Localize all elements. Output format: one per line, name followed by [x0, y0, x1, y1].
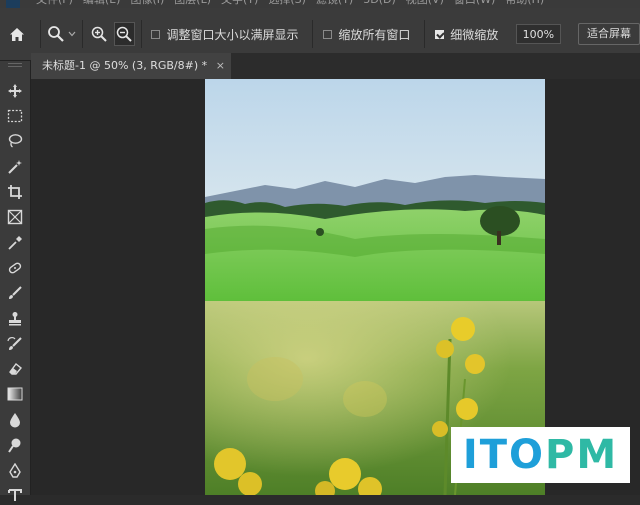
eyedropper-tool[interactable] — [4, 233, 26, 253]
blurred-blossom — [247, 357, 303, 401]
clone-stamp-tool-icon — [9, 312, 21, 326]
zoom-percent-field[interactable]: 100% — [515, 24, 561, 44]
crop-tool[interactable] — [4, 182, 26, 202]
frame-tool[interactable] — [4, 207, 26, 227]
move-tool[interactable] — [4, 81, 26, 101]
menu-bar: 文件(F) 编辑(E) 图像(I) 图层(L) 文字(Y) 选择(S) 滤镜(T) 3D(D)… — [0, 0, 640, 8]
flower-cluster — [329, 458, 361, 490]
watermark-text-pm: PM — [545, 432, 619, 478]
flower-cluster — [456, 398, 478, 420]
gradient-tool-icon — [7, 387, 23, 401]
flower-cluster — [451, 317, 475, 341]
magic-wand-tool-icon — [8, 160, 22, 174]
menu-item[interactable]: 视图(V) — [406, 0, 444, 5]
pen-tool-icon — [9, 463, 21, 478]
healing-brush-tool[interactable] — [4, 258, 26, 278]
pen-tool[interactable] — [4, 461, 26, 481]
eraser-tool[interactable] — [4, 359, 26, 379]
flower-cluster — [436, 340, 454, 358]
menu-item[interactable]: 图层(L) — [174, 0, 211, 5]
zoom-all-windows-checkbox[interactable]: 缩放所有窗口 — [319, 22, 414, 46]
scrubby-zoom-label: 细微缩放 — [450, 27, 499, 42]
document-tab-title: 未标题-1 @ 50% (3, RGB/8#) * — [42, 59, 208, 72]
menu-items: 文件(F) 编辑(E) 图像(I) 图层(L) 文字(Y) 选择(S) 滤镜(T) 3D(D)… — [36, 0, 544, 5]
close-icon[interactable]: × — [216, 53, 225, 79]
clone-stamp-tool[interactable] — [4, 309, 26, 329]
gradient-tool[interactable] — [4, 384, 26, 404]
itopm-watermark: ITO PM — [451, 427, 630, 483]
separator — [82, 20, 84, 48]
zoom-out-button[interactable] — [113, 22, 135, 46]
menu-item[interactable]: 3D(D) — [363, 0, 396, 5]
dodge-tool[interactable] — [4, 435, 26, 455]
zoom-tool-preset-button[interactable] — [47, 22, 76, 46]
move-tool-icon — [8, 84, 22, 98]
zoom-in-icon — [92, 26, 108, 42]
eraser-tool-icon — [9, 363, 22, 375]
panel-grip[interactable] — [8, 63, 22, 67]
document-tab-bar: 未标题-1 @ 50% (3, RGB/8#) * × — [31, 53, 640, 79]
eyedropper-tool-icon — [8, 236, 22, 250]
zoom-icon — [48, 26, 65, 42]
crop-tool-icon — [8, 185, 22, 199]
menu-item[interactable]: 文件(F) — [36, 0, 73, 5]
home-button[interactable] — [0, 22, 34, 46]
menu-item[interactable]: 编辑(E) — [83, 0, 121, 5]
home-icon — [10, 27, 25, 41]
dodge-tool-icon — [8, 438, 21, 453]
photoshop-logo-icon — [6, 0, 20, 8]
document-tab[interactable]: 未标题-1 @ 50% (3, RGB/8#) * × — [31, 53, 231, 79]
blurred-blossom — [343, 381, 387, 417]
type-tool[interactable] — [4, 485, 26, 505]
zoom-all-windows-checkbox-box[interactable] — [323, 29, 333, 39]
brush-tool[interactable] — [4, 283, 26, 303]
menu-item[interactable]: 滤镜(T) — [316, 0, 353, 5]
fit-screen-button[interactable]: 适合屏幕 — [577, 23, 640, 45]
scrubby-zoom-checkbox[interactable]: 细微缩放 — [431, 22, 502, 46]
resize-window-checkbox[interactable]: 调整窗口大小以满屏显示 — [147, 22, 302, 46]
resize-window-label: 调整窗口大小以满屏显示 — [166, 27, 299, 42]
brush-tool-icon — [9, 286, 22, 299]
flower-cluster — [214, 448, 246, 480]
zoom-out-icon — [116, 26, 132, 42]
watermark-text-ito: ITO — [462, 432, 546, 478]
menu-item[interactable]: 图像(I) — [130, 0, 164, 5]
flower-cluster — [465, 354, 485, 374]
menu-item[interactable]: 帮助(H) — [505, 0, 544, 5]
flower-cluster — [238, 472, 262, 495]
healing-brush-tool-icon — [8, 262, 22, 274]
type-tool-icon — [8, 489, 22, 501]
tools-panel — [0, 61, 31, 501]
lasso-tool-icon — [8, 134, 23, 148]
menu-item[interactable]: 选择(S) — [268, 0, 306, 5]
scrubby-zoom-checkbox-box[interactable] — [435, 29, 445, 39]
separator — [140, 20, 142, 48]
separator — [424, 20, 426, 48]
separator — [312, 20, 314, 48]
chevron-down-icon — [68, 31, 76, 37]
small-tree — [316, 228, 324, 236]
zoom-all-windows-label: 缩放所有窗口 — [338, 27, 411, 42]
separator — [40, 20, 42, 48]
marquee-tool-icon — [7, 109, 23, 123]
lasso-tool[interactable] — [4, 131, 26, 151]
menu-item[interactable]: 窗口(W) — [454, 0, 495, 5]
zoom-in-button[interactable] — [89, 22, 110, 46]
history-brush-tool[interactable] — [4, 334, 26, 354]
resize-window-checkbox-box[interactable] — [151, 29, 161, 39]
magic-wand-tool[interactable] — [4, 157, 26, 177]
flower-cluster — [432, 421, 448, 437]
frame-tool-icon — [7, 209, 23, 225]
menu-item[interactable]: 文字(Y) — [221, 0, 258, 5]
blur-tool-icon — [10, 413, 20, 428]
marquee-tool[interactable] — [4, 106, 26, 126]
blur-tool[interactable] — [4, 410, 26, 430]
history-brush-tool-icon — [7, 337, 22, 350]
tree-trunk — [497, 231, 501, 245]
